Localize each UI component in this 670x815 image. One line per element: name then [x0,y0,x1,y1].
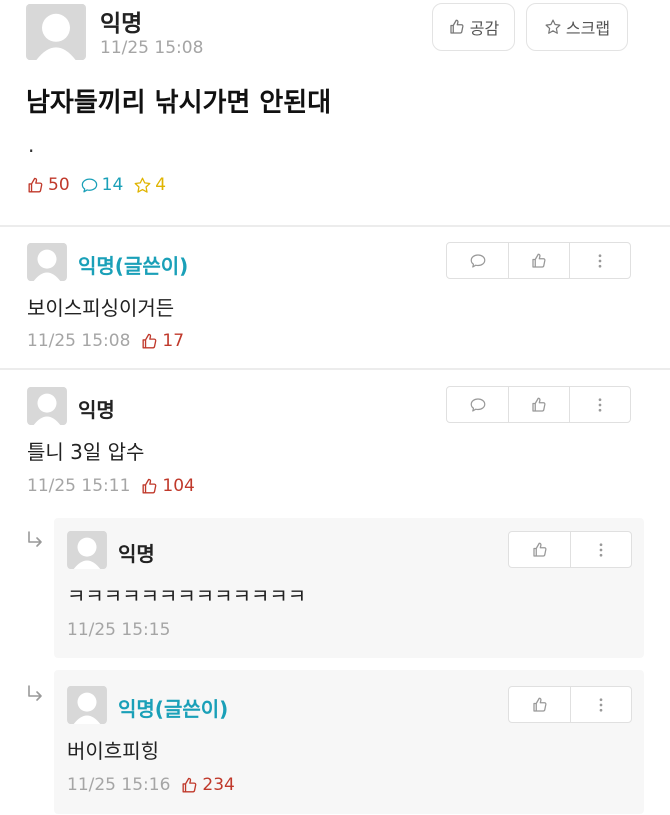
comment-time: 11/25 15:08 [27,331,131,351]
post-time: 11/25 15:08 [100,38,204,58]
reply-text: 버이흐피힝 [67,739,159,763]
divider [0,225,670,227]
scrap-count: 4 [133,175,166,195]
more-options-button[interactable] [570,532,631,567]
reply-text: ㅋㅋㅋㅋㅋㅋㅋㅋㅋㅋㅋㅋㅋ [67,584,307,608]
more-options-button[interactable] [569,243,630,278]
reply-like-button[interactable] [509,532,570,567]
scrap-button[interactable]: 스크랩 [526,3,628,51]
comment-time: 11/25 15:11 [27,476,131,496]
thumbs-up-icon [448,18,466,36]
star-icon [133,176,152,195]
speech-bubble-icon [469,252,487,270]
reply-like-value: 234 [202,775,235,795]
avatar-icon [26,4,86,60]
more-vertical-icon [592,541,610,559]
like-button[interactable]: 공감 [432,3,515,51]
speech-bubble-icon [80,176,99,195]
more-options-button[interactable] [569,387,630,422]
comment-count: 14 [80,175,124,195]
reply-arrow-icon [26,684,46,704]
comment-text: 보이스피싱이거든 [27,296,175,320]
comment-meta: 11/25 15:08 17 [27,331,184,351]
divider [0,368,670,370]
comment-like-button[interactable] [508,243,569,278]
comment-like-count: 104 [140,476,195,496]
reply-arrow-icon [26,530,46,550]
like-count-value: 50 [48,175,70,195]
comment-author: 익명 [78,398,115,422]
avatar-icon [67,686,107,724]
thumbs-up-icon [180,776,199,795]
reply-actions [508,686,632,723]
comment-item: 익명 틀니 3일 압수 11/25 15:11 104 [0,372,670,512]
reply-meta: 11/25 15:15 [67,620,170,640]
thumbs-up-icon [26,176,45,195]
post-stats: 50 14 4 [26,175,176,195]
more-vertical-icon [592,696,610,714]
more-vertical-icon [591,252,609,270]
post-author: 익명 [100,11,143,37]
comment-like-count: 17 [140,331,184,351]
reply-meta: 11/25 15:16 234 [67,775,235,795]
comment-item: 익명(글쓴이) 보이스피싱이거든 11/25 15:08 17 [0,228,670,368]
reply-item: 익명(글쓴이) 버이흐피힝 11/25 15:16 234 [0,664,670,814]
reply-actions [508,531,632,568]
reply-time: 11/25 15:16 [67,775,171,795]
comment-actions [446,386,631,423]
post-title: 남자들끼리 낚시가면 안된대 [26,88,332,118]
comment-author: 익명(글쓴이) [78,254,189,278]
avatar-icon [67,531,107,569]
avatar-icon [27,243,67,281]
thumbs-up-icon [531,541,549,559]
comment-count-value: 14 [101,175,124,195]
thumbs-up-icon [140,332,159,351]
more-vertical-icon [591,396,609,414]
reply-author: 익명 [118,542,155,566]
comment-text: 틀니 3일 압수 [27,440,145,464]
reply-time: 11/25 15:15 [67,620,171,640]
reply-like-count: 234 [180,775,235,795]
thumbs-up-icon [530,396,548,414]
speech-bubble-icon [469,396,487,414]
comment-meta: 11/25 15:11 104 [27,476,195,496]
reply-author: 익명(글쓴이) [118,697,229,721]
post: 익명 11/25 15:08 공감 스크랩 남자들끼리 낚시가면 안된대 . 5… [0,0,670,224]
like-button-label: 공감 [469,19,500,38]
scrap-button-label: 스크랩 [565,19,611,38]
comment-like-value: 104 [162,476,195,496]
star-icon [544,18,562,36]
thumbs-up-icon [531,696,549,714]
scrap-count-value: 4 [155,175,167,195]
reply-button[interactable] [447,387,508,422]
like-count: 50 [26,175,70,195]
reply-like-button[interactable] [509,687,570,722]
more-options-button[interactable] [570,687,631,722]
reply-button[interactable] [447,243,508,278]
thumbs-up-icon [530,252,548,270]
avatar-icon [27,387,67,425]
comment-like-value: 17 [162,331,185,351]
comment-like-button[interactable] [508,387,569,422]
reply-item: 익명 ㅋㅋㅋㅋㅋㅋㅋㅋㅋㅋㅋㅋㅋ 11/25 15:15 [0,516,670,660]
thumbs-up-icon [140,477,159,496]
comment-actions [446,242,631,279]
post-body: . [28,133,35,157]
